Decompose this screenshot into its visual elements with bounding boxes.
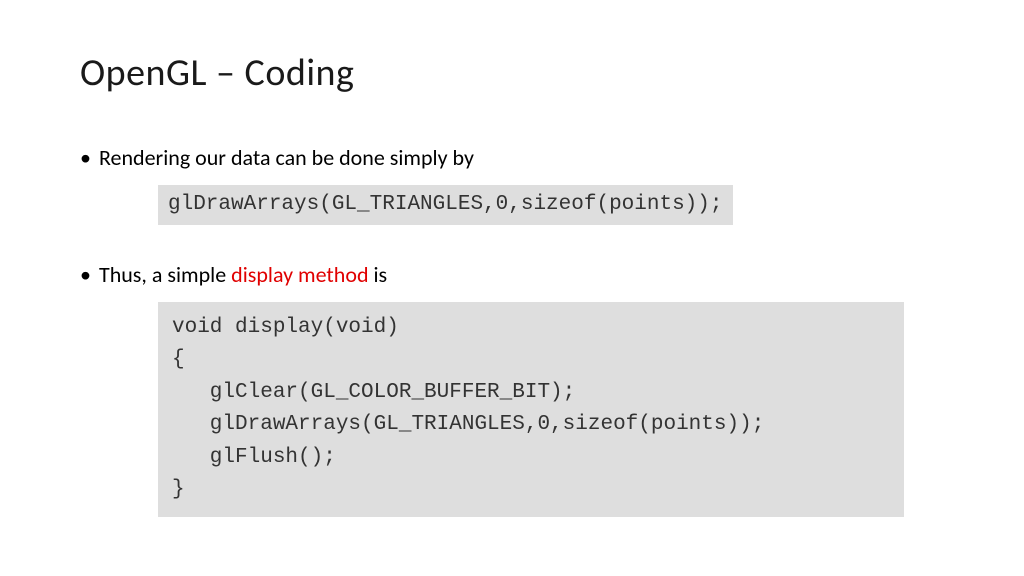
code-block-2: void display(void) { glClear(GL_COLOR_BU… bbox=[158, 302, 904, 517]
bullet2-suffix: is bbox=[369, 261, 388, 288]
bullet2-prefix: Thus, a simple bbox=[99, 261, 231, 288]
slide-title: OpenGL – Coding bbox=[80, 50, 944, 96]
bullet-text-2: Thus, a simple display method is bbox=[99, 261, 387, 290]
bullet-dot-icon: • bbox=[80, 147, 91, 169]
bullet-item-1: • Rendering our data can be done simply … bbox=[80, 144, 944, 173]
bullet-item-2: • Thus, a simple display method is bbox=[80, 261, 944, 290]
bullet-text-1: Rendering our data can be done simply by bbox=[99, 144, 474, 173]
bullet2-highlight: display method bbox=[231, 261, 368, 288]
bullet-dot-icon: • bbox=[80, 264, 91, 286]
code-block-1: glDrawArrays(GL_TRIANGLES,0,sizeof(point… bbox=[158, 185, 733, 226]
